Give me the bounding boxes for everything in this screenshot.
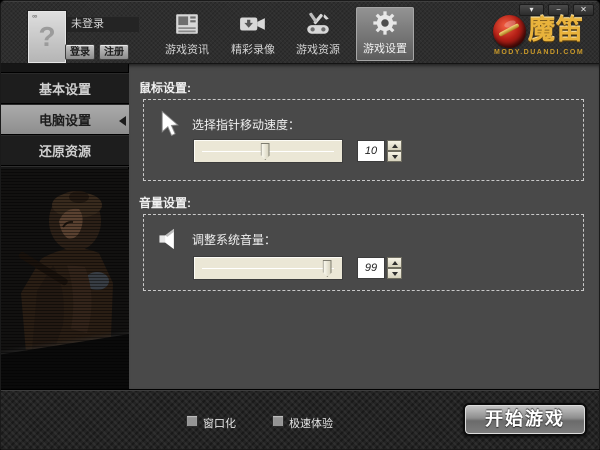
sidebar-menu: 基本设置 电脑设置 还原资源 [1, 72, 129, 167]
game-resources-icon [288, 9, 348, 39]
mouse-speed-label: 选择指针移动速度： [192, 118, 301, 132]
avatar-goggles-decoration: °° [32, 14, 38, 23]
avatar-placeholder-glyph: ? [38, 21, 56, 52]
volume-settings-group: 调整系统音量： 99 [143, 214, 584, 291]
volume-spinner [387, 257, 402, 279]
mouse-speed-value-input[interactable]: 10 [357, 140, 385, 162]
windowed-mode-checkbox[interactable] [186, 415, 198, 427]
volume-value-input[interactable]: 99 [357, 257, 385, 279]
spin-up-button[interactable] [387, 257, 402, 268]
windowed-mode-label: 窗口化 [203, 418, 236, 430]
tab-replay-videos[interactable]: 精彩录像 [223, 9, 283, 61]
flute-logo-icon [493, 15, 526, 48]
bottom-bar: 窗口化 极速体验 开始游戏 [1, 389, 599, 449]
tab-game-news[interactable]: 游戏资讯 [157, 9, 217, 61]
speaker-icon [158, 227, 184, 256]
news-icon [157, 9, 217, 39]
launcher-window: °° ? 未登录 登录 注册 游戏资讯 精彩录像 游戏资源 游戏设置 ▾ − ✕… [0, 0, 600, 450]
tab-game-resources[interactable]: 游戏资源 [288, 9, 348, 61]
sidebar-item-restore-resources[interactable]: 还原资源 [1, 135, 129, 166]
login-button[interactable]: 登录 [65, 44, 95, 60]
volume-slider[interactable] [193, 256, 343, 280]
brand-logo: 魔笛 MODY.DUANDI.COM [491, 12, 591, 60]
settings-panel: 鼠标设置: 选择指针移动速度： 10 音量设置: 调整系统音量： 99 [129, 64, 599, 389]
tab-game-settings-selected[interactable]: 游戏设置 [356, 7, 414, 61]
brand-name: 魔笛 [528, 15, 584, 45]
volume-slider-thumb[interactable] [322, 260, 332, 277]
spin-up-button[interactable] [387, 140, 402, 151]
tab-label: 游戏设置 [363, 43, 407, 55]
spin-down-button[interactable] [387, 268, 402, 279]
top-bar: °° ? 未登录 登录 注册 游戏资讯 精彩录像 游戏资源 游戏设置 ▾ − ✕… [1, 1, 599, 64]
avatar[interactable]: °° ? [28, 11, 66, 63]
cursor-icon [158, 110, 182, 143]
spin-down-button[interactable] [387, 151, 402, 162]
volume-section-title: 音量设置: [139, 196, 191, 210]
mouse-settings-group: 选择指针移动速度： 10 [143, 99, 584, 181]
mouse-speed-spinner [387, 140, 402, 162]
character-artwork [1, 169, 129, 389]
slider-track [202, 268, 334, 269]
gear-icon [357, 8, 413, 38]
volume-label: 调整系统音量： [192, 233, 277, 247]
sidebar-item-basic-settings[interactable]: 基本设置 [1, 73, 129, 104]
register-button[interactable]: 注册 [99, 44, 129, 60]
mouse-slider-thumb[interactable] [260, 143, 270, 160]
sidebar: 基本设置 电脑设置 还原资源 [1, 64, 129, 389]
mouse-section-title: 鼠标设置: [139, 81, 191, 95]
video-icon [223, 9, 283, 39]
brand-url: MODY.DUANDI.COM [494, 49, 585, 56]
tab-label: 精彩录像 [231, 44, 275, 56]
speed-mode-label: 极速体验 [289, 418, 333, 430]
start-game-button[interactable]: 开始游戏 [463, 403, 587, 436]
tab-label: 游戏资讯 [165, 44, 209, 56]
tab-label: 游戏资源 [296, 44, 340, 56]
login-status-text: 未登录 [67, 17, 139, 32]
mouse-speed-slider[interactable] [193, 139, 343, 163]
sidebar-item-computer-settings[interactable]: 电脑设置 [1, 104, 129, 135]
speed-mode-checkbox[interactable] [272, 415, 284, 427]
